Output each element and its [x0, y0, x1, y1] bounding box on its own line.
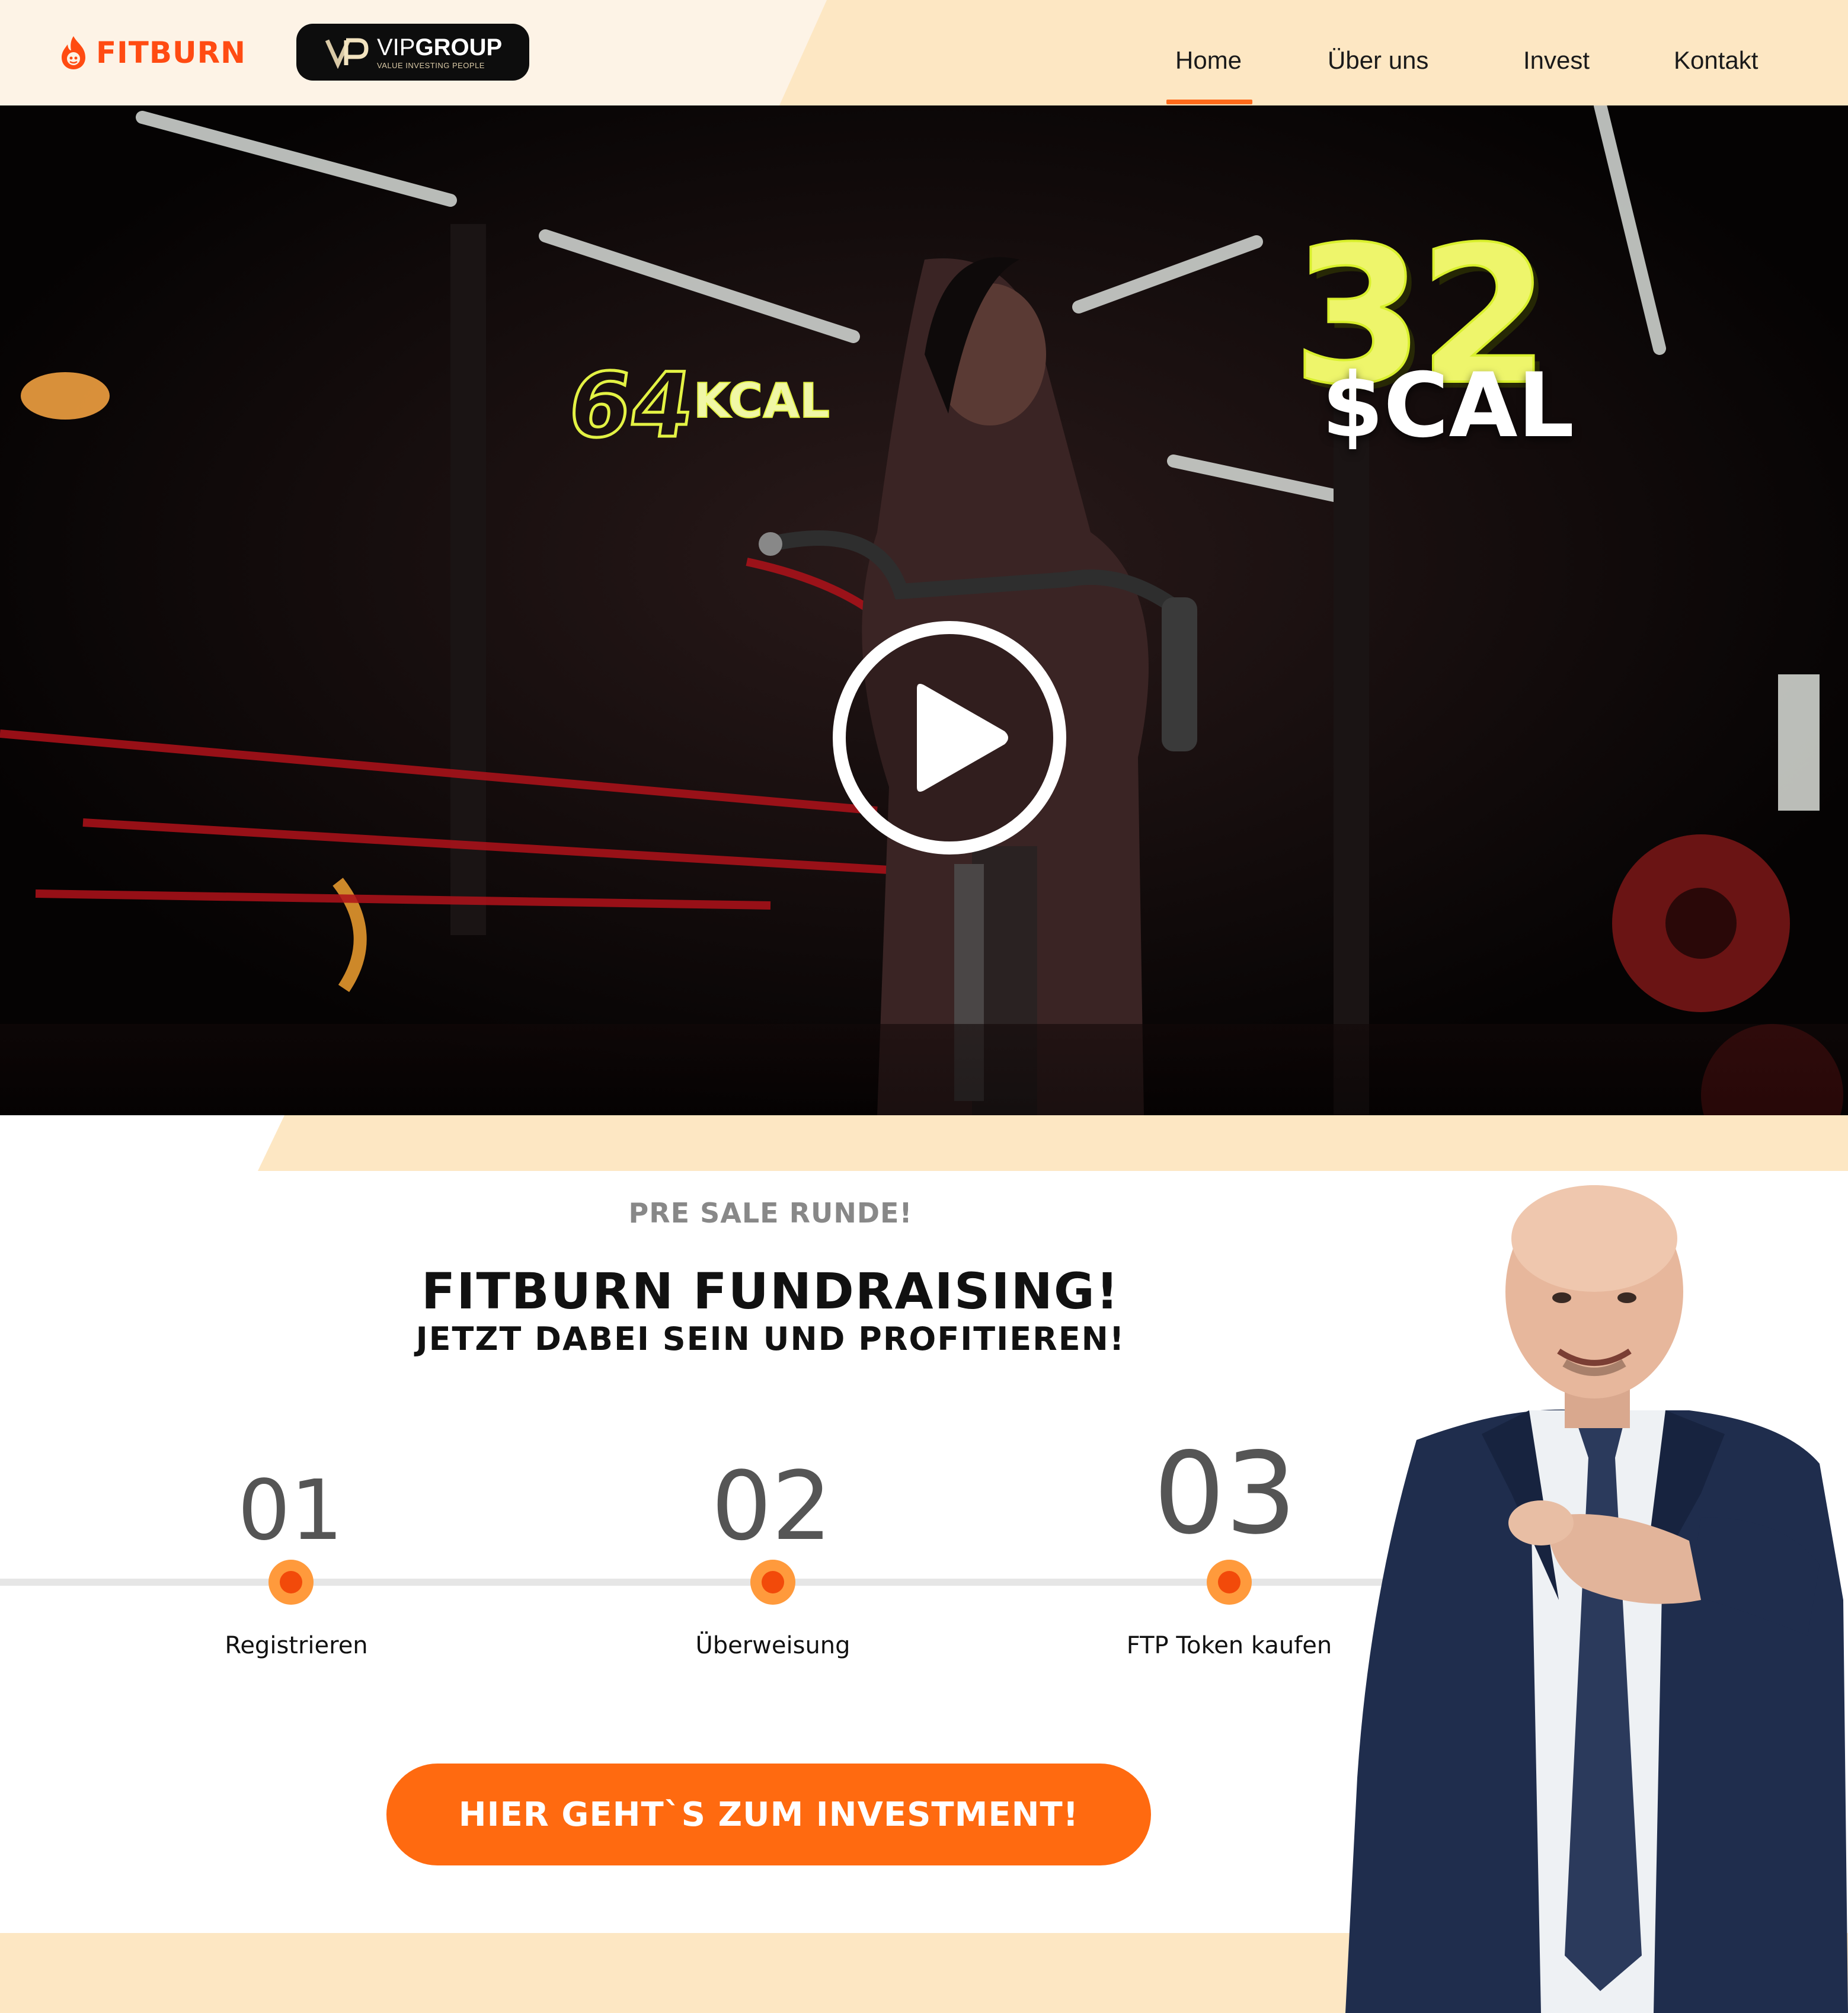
- step-label: Registrieren: [225, 1632, 368, 1659]
- vip-group-logo[interactable]: VIPGROUP VALUE INVESTING PEOPLE: [296, 24, 529, 81]
- fitburn-logo[interactable]: FITBURN: [59, 32, 246, 73]
- step-dot-center: [280, 1571, 302, 1593]
- vip-wordmark: VIPGROUP VALUE INVESTING PEOPLE: [377, 36, 502, 69]
- step-dot: [268, 1560, 314, 1605]
- presale-headline: FITBURN FUNDRAISING!: [421, 1262, 1120, 1320]
- step-number: 01: [237, 1462, 344, 1559]
- step-dot-center: [762, 1571, 784, 1593]
- flame-icon: [62, 36, 85, 69]
- nav-home[interactable]: Home: [1175, 46, 1242, 75]
- section-divider-band: [258, 1115, 1848, 1171]
- kcal-overlay-unit: KCAL: [693, 373, 830, 429]
- steps-timeline: [0, 1579, 1411, 1586]
- nav-kontakt[interactable]: Kontakt: [1674, 46, 1758, 75]
- step-label: Überweisung: [695, 1632, 851, 1659]
- step-number: 03: [1153, 1428, 1297, 1559]
- step-dot: [1207, 1560, 1252, 1605]
- play-icon: [917, 684, 1008, 792]
- kcal-overlay-number: 64: [560, 353, 701, 459]
- cal-overlay-unit: $CAL: [1322, 354, 1575, 457]
- vip-monogram-icon: [325, 38, 369, 69]
- video-frame: [0, 105, 1848, 1115]
- brand-name: FITBURN: [96, 36, 246, 70]
- hero-video[interactable]: 64 KCAL 32 $CAL: [0, 105, 1848, 1115]
- step-number: 02: [711, 1451, 832, 1561]
- presale-eyebrow: PRE SALE RUNDE!: [628, 1197, 913, 1229]
- vip-tagline: VALUE INVESTING PEOPLE: [377, 60, 485, 70]
- nav-active-indicator: [1166, 100, 1252, 104]
- nav-invest[interactable]: Invest: [1523, 46, 1590, 75]
- presale-subline: JETZT DABEI SEIN UND PROFITIEREN!: [415, 1320, 1126, 1358]
- site-header: FITBURN VIPGROUP VALUE INVESTING PEOPLE …: [0, 0, 1848, 105]
- presenter-photo: [1345, 1185, 1848, 2013]
- step-dot: [750, 1560, 795, 1605]
- step-label: FTP Token kaufen: [1126, 1632, 1332, 1659]
- step-dot-center: [1218, 1571, 1240, 1593]
- nav-ueber-uns[interactable]: Über uns: [1328, 46, 1428, 75]
- vip-wordmark-main: VIPGROUP: [377, 34, 503, 60]
- play-button[interactable]: [833, 621, 1066, 855]
- invest-cta-button[interactable]: HIER GEHT`S ZUM INVESTMENT!: [386, 1764, 1151, 1865]
